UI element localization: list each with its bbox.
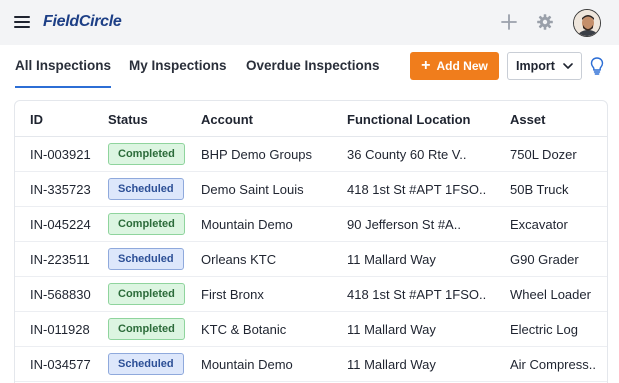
gear-icon[interactable] — [536, 13, 554, 31]
avatar[interactable] — [573, 9, 601, 37]
cell-functional-location: 418 1st St #APT 1FSO.. — [347, 182, 487, 197]
cell-id: IN-011928 — [30, 322, 90, 337]
hamburger-icon[interactable] — [14, 16, 30, 28]
status-badge: Scheduled — [108, 178, 184, 200]
table-header: ID Status Account Functional Location As… — [15, 101, 607, 137]
column-header-status[interactable]: Status — [108, 112, 148, 127]
avatar-image — [574, 10, 600, 36]
top-bar: FieldCircle — [0, 0, 619, 45]
cell-id: IN-568830 — [30, 287, 91, 302]
table-row[interactable]: IN-223511 Scheduled Orleans KTC 11 Mallard … — [15, 242, 607, 277]
status-badge: Completed — [108, 143, 185, 165]
status-badge: Completed — [108, 318, 185, 340]
cell-account: First Bronx — [201, 287, 264, 302]
import-button[interactable]: Import — [507, 52, 582, 80]
status-badge: Completed — [108, 283, 185, 305]
import-label: Import — [516, 59, 555, 73]
plus-icon: + — [421, 57, 431, 74]
plus-icon[interactable] — [500, 13, 518, 31]
cell-functional-location: 11 Mallard Way — [347, 252, 436, 267]
column-header-id[interactable]: ID — [30, 112, 43, 127]
cell-asset: Air Compress.. — [510, 357, 596, 372]
cell-asset: 750L Dozer — [510, 147, 577, 162]
status-badge: Completed — [108, 213, 185, 235]
cell-functional-location: 90 Jefferson St #A.. — [347, 217, 461, 232]
cell-asset: Wheel Loader — [510, 287, 591, 302]
cell-functional-location: 36 County 60 Rte V.. — [347, 147, 467, 162]
cell-asset: G90 Grader — [510, 252, 579, 267]
add-new-label: Add New — [436, 59, 488, 73]
cell-id: IN-335723 — [30, 182, 91, 197]
cell-functional-location: 11 Mallard Way — [347, 357, 436, 372]
table-row[interactable]: IN-011928 Completed KTC & Botanic 11 Mallar… — [15, 312, 607, 347]
cell-account: Orleans KTC — [201, 252, 277, 267]
table-row[interactable]: IN-335723 Scheduled Demo Saint Louis 418 1s… — [15, 172, 607, 207]
table-row[interactable]: IN-568830 Completed First Bronx 418 1st St … — [15, 277, 607, 312]
status-badge: Scheduled — [108, 353, 184, 375]
lightbulb-icon[interactable] — [588, 56, 606, 76]
table-row[interactable]: IN-045224 Completed Mountain Demo 90 Jeffer… — [15, 207, 607, 242]
cell-id: IN-003921 — [30, 147, 91, 162]
tab-my-inspections[interactable]: My Inspections — [129, 58, 227, 73]
table-row[interactable]: IN-003921 Completed BHP Demo Groups 36 Coun… — [15, 137, 607, 172]
column-header-account[interactable]: Account — [201, 112, 253, 127]
cell-account: KTC & Botanic — [201, 322, 287, 337]
cell-functional-location: 11 Mallard Way — [347, 322, 436, 337]
cell-account: Demo Saint Louis — [201, 182, 304, 197]
tab-all-inspections[interactable]: All Inspections — [15, 58, 112, 88]
table-row[interactable]: IN-034577 Scheduled Mountain Demo 11 Mallar… — [15, 347, 607, 382]
cell-functional-location: 418 1st St #APT 1FSO.. — [347, 287, 487, 302]
cell-asset: Electric Log — [510, 322, 578, 337]
cell-id: IN-045224 — [30, 217, 91, 232]
column-header-asset[interactable]: Asset — [510, 112, 545, 127]
status-badge: Scheduled — [108, 248, 184, 270]
cell-account: Mountain Demo — [201, 217, 293, 232]
column-header-functional-location[interactable]: Functional Location — [347, 112, 471, 127]
cell-asset: 50B Truck — [510, 182, 569, 197]
cell-asset: Excavator — [510, 217, 568, 232]
cell-account: BHP Demo Groups — [201, 147, 313, 162]
app-logo[interactable]: FieldCircle — [43, 13, 122, 31]
add-new-button[interactable]: + Add New — [410, 52, 499, 80]
chevron-down-icon — [563, 63, 573, 69]
cell-account: Mountain Demo — [201, 357, 293, 372]
tab-overdue-inspections[interactable]: Overdue Inspections — [246, 58, 380, 73]
cell-id: IN-223511 — [30, 252, 90, 267]
cell-id: IN-034577 — [30, 357, 91, 372]
inspections-table: ID Status Account Functional Location As… — [14, 100, 608, 383]
